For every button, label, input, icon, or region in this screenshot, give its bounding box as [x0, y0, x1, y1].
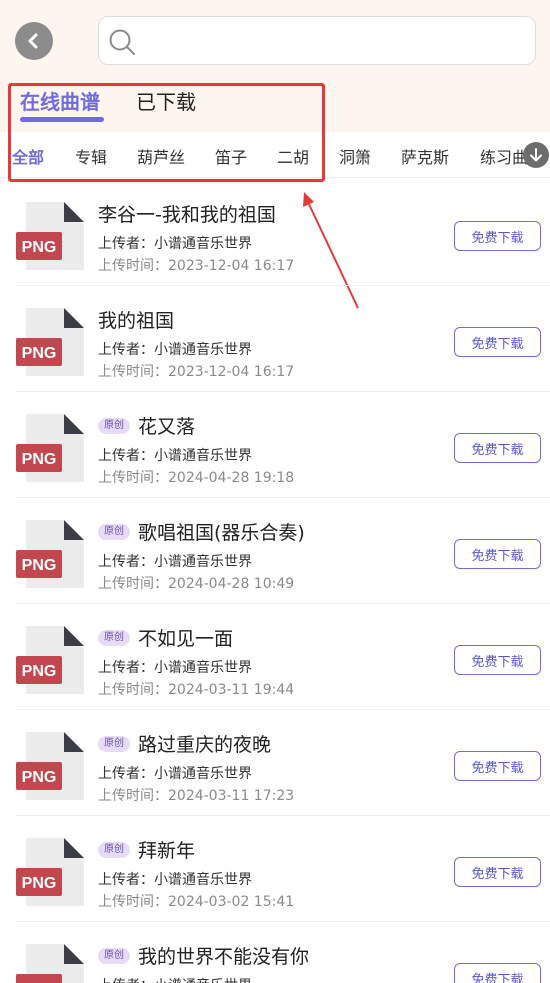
score-title: 路过重庆的夜晚: [138, 734, 272, 756]
png-file-icon: PNG: [16, 202, 84, 270]
score-uploader: 上传者：小谱通音乐世界: [98, 554, 252, 570]
search-icon: [109, 29, 135, 55]
score-list-item[interactable]: PNG 李谷一-我和我的祖国 上传者：小谱通音乐世界 上传时间：2023-12-…: [16, 180, 550, 286]
score-title: 李谷一-我和我的祖国: [98, 204, 276, 226]
free-download-button[interactable]: 免费下载: [454, 963, 541, 983]
category-saxophone[interactable]: 萨克斯: [401, 144, 449, 168]
png-label: PNG: [22, 345, 57, 362]
score-uploader: 上传者：小谱通音乐世界: [98, 342, 252, 358]
score-title: 不如见一面: [138, 628, 234, 650]
score-title: 花又落: [138, 416, 196, 438]
original-badge: 原创: [98, 417, 130, 434]
back-button[interactable]: [15, 22, 53, 60]
score-list-item[interactable]: PNG 原创 歌唱祖国(器乐合奏) 上传者：小谱通音乐世界 上传时间：2024-…: [16, 498, 550, 604]
category-dizi[interactable]: 笛子: [215, 144, 247, 168]
original-badge: 原创: [98, 947, 130, 964]
score-list-item[interactable]: PNG 我的祖国 上传者：小谱通音乐世界 上传时间：2023-12-04 16:…: [16, 286, 550, 392]
score-title: 歌唱祖国(器乐合奏): [138, 522, 305, 544]
category-hulusi[interactable]: 葫芦丝: [137, 144, 185, 168]
score-uploader: 上传者：小谱通音乐世界: [98, 448, 252, 464]
free-download-button[interactable]: 免费下载: [454, 221, 541, 251]
png-label: PNG: [22, 663, 57, 680]
score-list-item[interactable]: PNG 原创 我的世界不能没有你 上传者：小谱通音乐世界 免费下载: [16, 922, 550, 983]
score-upload-time: 上传时间：2024-03-11 17:23: [98, 788, 295, 804]
score-upload-time: 上传时间：2023-12-04 16:17: [98, 364, 295, 380]
score-upload-time: 上传时间：2024-04-28 10:49: [98, 576, 295, 592]
png-file-icon: PNG: [16, 944, 84, 983]
category-all[interactable]: 全部: [12, 144, 44, 168]
score-uploader: 上传者：小谱通音乐世界: [98, 766, 252, 782]
free-download-button[interactable]: 免费下载: [454, 645, 541, 675]
score-uploader: 上传者：小谱通音乐世界: [98, 975, 252, 983]
arrow-down-icon: [530, 148, 542, 162]
score-upload-time: 上传时间：2023-12-04 16:17: [98, 258, 295, 274]
png-label: PNG: [22, 239, 57, 256]
original-badge: 原创: [98, 523, 130, 540]
score-upload-time: 上传时间：2024-03-11 19:44: [98, 682, 295, 698]
original-badge: 原创: [98, 841, 130, 858]
score-upload-time: 上传时间：2024-04-28 19:18: [98, 470, 295, 486]
free-download-button[interactable]: 免费下载: [454, 751, 541, 781]
score-title: 我的祖国: [98, 310, 175, 332]
free-download-button[interactable]: 免费下载: [454, 539, 541, 569]
score-uploader: 上传者：小谱通音乐世界: [98, 872, 252, 888]
score-upload-time: 上传时间：2024-03-02 15:41: [98, 894, 295, 910]
png-label: PNG: [22, 557, 57, 574]
score-title: 拜新年: [138, 840, 196, 862]
png-label: PNG: [22, 451, 57, 468]
score-list-item[interactable]: PNG 原创 拜新年 上传者：小谱通音乐世界 上传时间：2024-03-02 1…: [16, 816, 550, 922]
score-uploader: 上传者：小谱通音乐世界: [98, 660, 252, 676]
png-file-icon: PNG: [16, 626, 84, 694]
original-badge: 原创: [98, 629, 130, 646]
tab-downloaded[interactable]: 已下载: [136, 86, 196, 115]
category-bar: 全部 专辑 葫芦丝 笛子 二胡 洞箫 萨克斯 练习曲: [0, 132, 550, 178]
active-tab-indicator: [20, 117, 104, 122]
search-box[interactable]: [98, 16, 536, 65]
category-dongxiao[interactable]: 洞箫: [339, 144, 371, 168]
png-file-icon: PNG: [16, 414, 84, 482]
free-download-button[interactable]: 免费下载: [454, 857, 541, 887]
score-list-item[interactable]: PNG 原创 路过重庆的夜晚 上传者：小谱通音乐世界 上传时间：2024-03-…: [16, 710, 550, 816]
score-title: 我的世界不能没有你: [138, 946, 310, 968]
free-download-button[interactable]: 免费下载: [454, 433, 541, 463]
tab-bar: 在线曲谱 已下载: [0, 82, 330, 128]
png-file-icon: PNG: [16, 732, 84, 800]
free-download-button[interactable]: 免费下载: [454, 327, 541, 357]
tab-online-scores[interactable]: 在线曲谱: [20, 86, 100, 115]
png-file-icon: PNG: [16, 308, 84, 376]
score-list-item[interactable]: PNG 原创 不如见一面 上传者：小谱通音乐世界 上传时间：2024-03-11…: [16, 604, 550, 710]
chevron-left-icon: [28, 33, 38, 49]
score-uploader: 上传者：小谱通音乐世界: [98, 236, 252, 252]
search-input[interactable]: [143, 25, 523, 57]
category-erhu[interactable]: 二胡: [277, 144, 309, 168]
score-list-item[interactable]: PNG 原创 花又落 上传者：小谱通音乐世界 上传时间：2024-04-28 1…: [16, 392, 550, 498]
expand-categories-button[interactable]: [523, 142, 549, 168]
png-label: PNG: [22, 769, 57, 786]
png-file-icon: PNG: [16, 520, 84, 588]
category-album[interactable]: 专辑: [75, 144, 107, 168]
original-badge: 原创: [98, 735, 130, 752]
png-file-icon: PNG: [16, 838, 84, 906]
category-etude[interactable]: 练习曲: [480, 144, 528, 168]
png-label: PNG: [22, 875, 57, 892]
